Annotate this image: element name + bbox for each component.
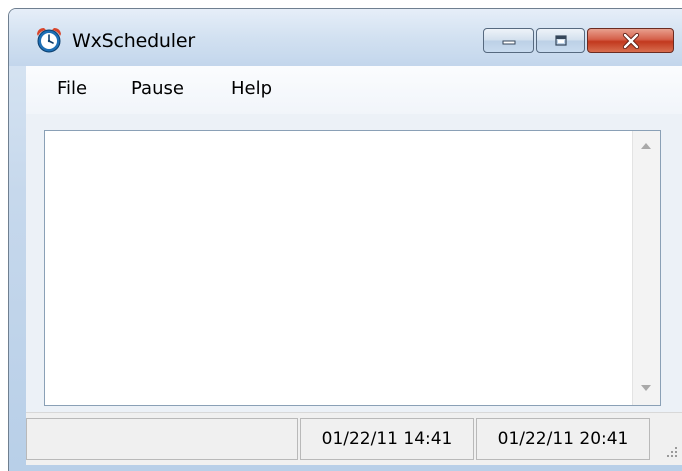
status-message <box>26 418 298 460</box>
title-bar[interactable]: WxScheduler <box>9 9 682 66</box>
status-bar: 01/22/11 14:41 01/22/11 20:41 <box>26 412 682 465</box>
maximize-icon <box>554 34 567 46</box>
minimize-icon <box>502 40 515 44</box>
status-start-time: 01/22/11 14:41 <box>300 418 474 460</box>
menu-pause[interactable]: Pause <box>131 78 184 99</box>
app-window: WxScheduler File Pause Help 01/22/11 14:… <box>8 8 682 471</box>
close-button[interactable] <box>587 28 674 53</box>
alarm-clock-icon <box>37 28 61 53</box>
menu-bar: File Pause Help <box>26 66 682 114</box>
menu-file[interactable]: File <box>57 78 87 99</box>
resize-grip-icon[interactable] <box>663 443 679 459</box>
scroll-down-arrow-icon[interactable] <box>641 385 651 391</box>
scroll-up-arrow-icon[interactable] <box>641 143 651 149</box>
client-area <box>26 114 682 412</box>
window-title: WxScheduler <box>72 30 195 52</box>
minimize-button[interactable] <box>483 28 534 53</box>
log-textbox[interactable] <box>44 130 661 406</box>
status-next-time: 01/22/11 20:41 <box>476 418 650 460</box>
maximize-button[interactable] <box>536 28 585 53</box>
menu-help[interactable]: Help <box>231 78 272 99</box>
vertical-scrollbar[interactable] <box>632 131 660 405</box>
close-icon <box>622 32 639 49</box>
